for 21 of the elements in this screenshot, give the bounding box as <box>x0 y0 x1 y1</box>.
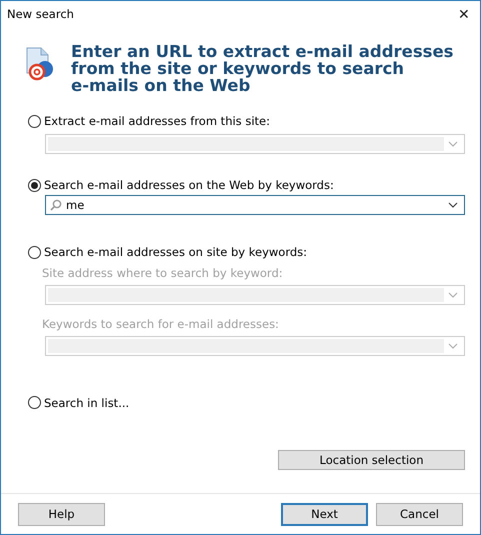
radio-option[interactable]: Search e-mail addresses on the Web by keywords: <box>28 178 334 192</box>
close-button[interactable]: ✕ <box>448 1 480 27</box>
location-selection-button[interactable]: Location selection <box>278 450 465 470</box>
radio-option[interactable]: Search e-mail addresses on site by keywords: <box>28 245 308 259</box>
chevron-down-icon <box>448 202 458 208</box>
dialog-button[interactable]: Help <box>18 502 105 526</box>
combo-box[interactable]: me <box>45 195 465 215</box>
chevron-down-icon <box>448 342 458 348</box>
dialog-button[interactable]: Cancel <box>376 502 463 526</box>
heading-text: from the site or keywords to search <box>71 60 406 77</box>
chevron-down-icon <box>448 140 458 146</box>
heading-text: Enter an URL to extract e-mail addresses <box>71 43 454 60</box>
field-label: Site address where to search by keyword: <box>42 266 284 280</box>
radio-option[interactable]: Search in list... <box>28 396 130 410</box>
window-title: New search <box>7 7 74 21</box>
radio-option[interactable]: Extract e-mail addresses from this site: <box>28 114 270 128</box>
document-email-icon <box>25 47 55 81</box>
dialog-button[interactable]: Next <box>281 502 368 526</box>
heading-text: e-mails on the Web <box>71 77 250 94</box>
field-label: Keywords to search for e-mail addresses: <box>42 316 280 330</box>
chevron-down-icon <box>448 292 458 298</box>
